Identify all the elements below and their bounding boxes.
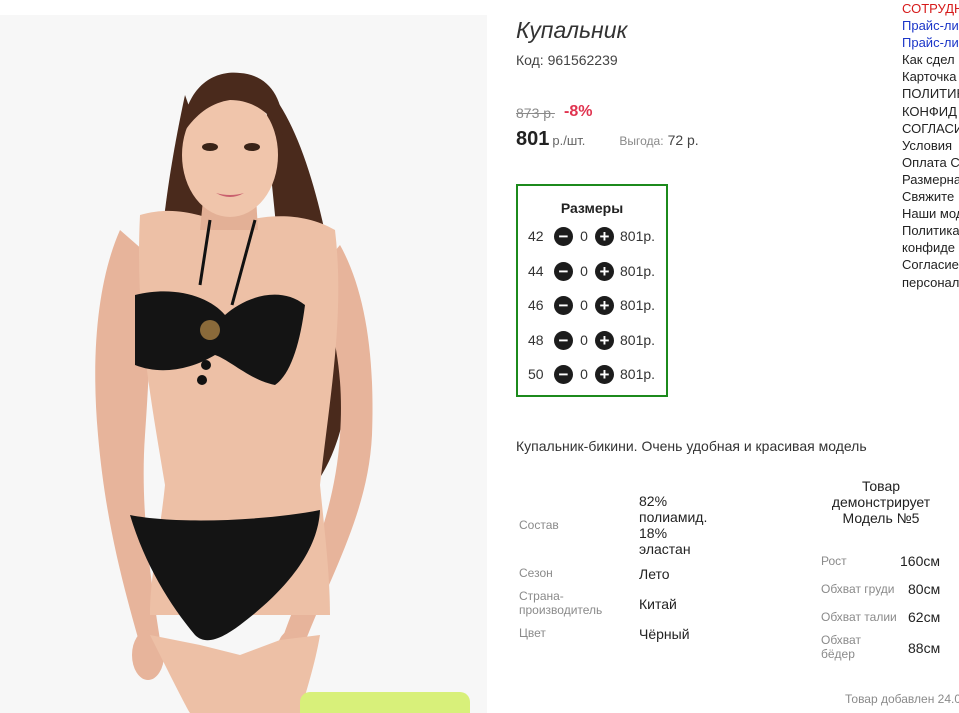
model-heading-line: демонстрирует bbox=[831, 494, 931, 510]
menu-link-staff[interactable]: СОТРУДН bbox=[902, 0, 959, 17]
size-row-50: 50 − 0 + 801р. bbox=[528, 363, 668, 385]
quantity-value: 0 bbox=[580, 263, 588, 279]
size-value: 50 bbox=[528, 366, 544, 382]
model-value-height: 160см bbox=[900, 553, 940, 569]
model-label-chest: Обхват груди bbox=[821, 582, 895, 596]
plus-circle-icon[interactable]: + bbox=[595, 261, 614, 281]
size-value: 48 bbox=[528, 332, 544, 348]
model-label-waist: Обхват талии bbox=[821, 610, 897, 624]
menu-link-size-chart[interactable]: Размерна bbox=[902, 171, 959, 188]
model-value-hips: 88см bbox=[908, 640, 941, 656]
size-price: 801р. bbox=[620, 228, 656, 244]
savings-value: 72 р. bbox=[667, 132, 699, 148]
model-label-hips: Обхват бёдер bbox=[821, 633, 861, 661]
spec-label-line: Страна- bbox=[519, 589, 564, 603]
menu-link-models[interactable]: Наши мод bbox=[902, 205, 959, 222]
model-label-line: Обхват bbox=[821, 633, 861, 647]
size-row-44: 44 − 0 + 801р. bbox=[528, 260, 668, 282]
spec-label-color: Цвет bbox=[519, 626, 546, 640]
quantity-value: 0 bbox=[580, 228, 588, 244]
menu-link-pricelist-2[interactable]: Прайс-ли bbox=[902, 34, 959, 51]
menu-link-payment[interactable]: Оплата С bbox=[902, 154, 959, 171]
spec-value-country: Китай bbox=[639, 596, 677, 612]
plus-circle-icon[interactable]: + bbox=[595, 226, 614, 246]
minus-circle-icon[interactable]: − bbox=[554, 295, 573, 315]
size-row-46: 46 − 0 + 801р. bbox=[528, 294, 668, 316]
quantity-value: 0 bbox=[580, 366, 588, 382]
size-row-42: 42 − 0 + 801р. bbox=[528, 225, 668, 247]
plus-circle-icon[interactable]: + bbox=[595, 364, 614, 384]
model-value-waist: 62см bbox=[908, 609, 941, 625]
size-price: 801р. bbox=[620, 332, 656, 348]
minus-circle-icon[interactable]: − bbox=[554, 226, 573, 246]
model-label-line: бёдер bbox=[821, 647, 855, 661]
product-sku: Код: 961562239 bbox=[516, 52, 618, 68]
spec-label-composition: Состав bbox=[519, 518, 559, 532]
model-label-height: Рост bbox=[821, 554, 847, 568]
sizes-title: Размеры bbox=[560, 200, 624, 216]
plus-circle-icon[interactable]: + bbox=[595, 330, 614, 350]
model-value-chest: 80см bbox=[908, 581, 941, 597]
quantity-value: 0 bbox=[580, 332, 588, 348]
spec-value-line: 18% bbox=[639, 525, 668, 541]
size-value: 44 bbox=[528, 263, 544, 279]
menu-link-card[interactable]: Карточка bbox=[902, 68, 959, 85]
promo-badge-strip bbox=[300, 692, 470, 713]
product-title: Купальник bbox=[516, 17, 628, 43]
quantity-value: 0 bbox=[580, 297, 588, 313]
menu-link-terms[interactable]: Условия bbox=[902, 137, 959, 154]
size-price: 801р. bbox=[620, 263, 656, 279]
menu-link-contact[interactable]: Свяжите bbox=[902, 188, 959, 205]
right-side-menu: СОТРУДН Прайс-ли Прайс-ли Как сдел Карто… bbox=[902, 0, 959, 291]
sizes-panel: Размеры 42 − 0 + 801р. 44 − 0 + 801р. 46… bbox=[516, 184, 668, 397]
spec-label-country: Страна- производитель bbox=[519, 589, 602, 617]
spec-value-composition: 82% полиамид. 18% эластан bbox=[639, 493, 707, 557]
minus-circle-icon[interactable]: − bbox=[554, 364, 573, 384]
current-price: 801 bbox=[516, 128, 550, 150]
size-value: 42 bbox=[528, 228, 544, 244]
savings-label: Выгода: bbox=[619, 134, 664, 148]
menu-link-pricelist-1[interactable]: Прайс-ли bbox=[902, 17, 959, 34]
size-price: 801р. bbox=[620, 366, 656, 382]
menu-link-privacy[interactable]: КОНФИД bbox=[902, 103, 959, 120]
model-photo-illustration bbox=[0, 15, 487, 713]
menu-link-consent[interactable]: СОГЛАСИ bbox=[902, 120, 959, 137]
discount-badge: -8% bbox=[564, 103, 593, 120]
minus-circle-icon[interactable]: − bbox=[554, 261, 573, 281]
menu-link-data-consent[interactable]: Согласие bbox=[902, 256, 959, 273]
spec-label-season: Сезон bbox=[519, 566, 553, 580]
model-heading-line: Модель №5 bbox=[842, 510, 920, 526]
old-price: 873 р. bbox=[516, 105, 555, 121]
menu-link-privacy-policy[interactable]: Политика bbox=[902, 222, 959, 239]
size-value: 46 bbox=[528, 297, 544, 313]
model-heading-line: Товар bbox=[861, 478, 901, 494]
spec-value-line: 82% bbox=[639, 493, 668, 509]
plus-circle-icon[interactable]: + bbox=[595, 295, 614, 315]
spec-value-season: Лето bbox=[639, 566, 670, 582]
product-description: Купальник-бикини. Очень удобная и красив… bbox=[516, 438, 867, 454]
menu-link-data-consent-cont[interactable]: персонал bbox=[902, 274, 959, 291]
product-photo[interactable] bbox=[0, 15, 487, 713]
menu-link-how-to-order[interactable]: Как сдел bbox=[902, 51, 959, 68]
menu-link-policy[interactable]: ПОЛИТИК bbox=[902, 85, 959, 102]
spec-value-line: полиамид. bbox=[639, 509, 708, 525]
price-unit: р./шт. bbox=[552, 133, 586, 148]
menu-link-privacy-policy-cont[interactable]: конфиде bbox=[902, 239, 959, 256]
date-added: Товар добавлен 24.0 bbox=[845, 692, 959, 706]
size-price: 801р. bbox=[620, 297, 656, 313]
size-row-48: 48 − 0 + 801р. bbox=[528, 329, 668, 351]
spec-value-color: Чёрный bbox=[639, 626, 690, 642]
model-heading: Товар демонстрирует Модель №5 bbox=[815, 478, 947, 526]
spec-value-line: эластан bbox=[639, 541, 691, 557]
spec-label-line: производитель bbox=[519, 603, 603, 617]
minus-circle-icon[interactable]: − bbox=[554, 330, 573, 350]
price-row: 801 р./шт. Выгода: 72 р. bbox=[516, 128, 699, 151]
